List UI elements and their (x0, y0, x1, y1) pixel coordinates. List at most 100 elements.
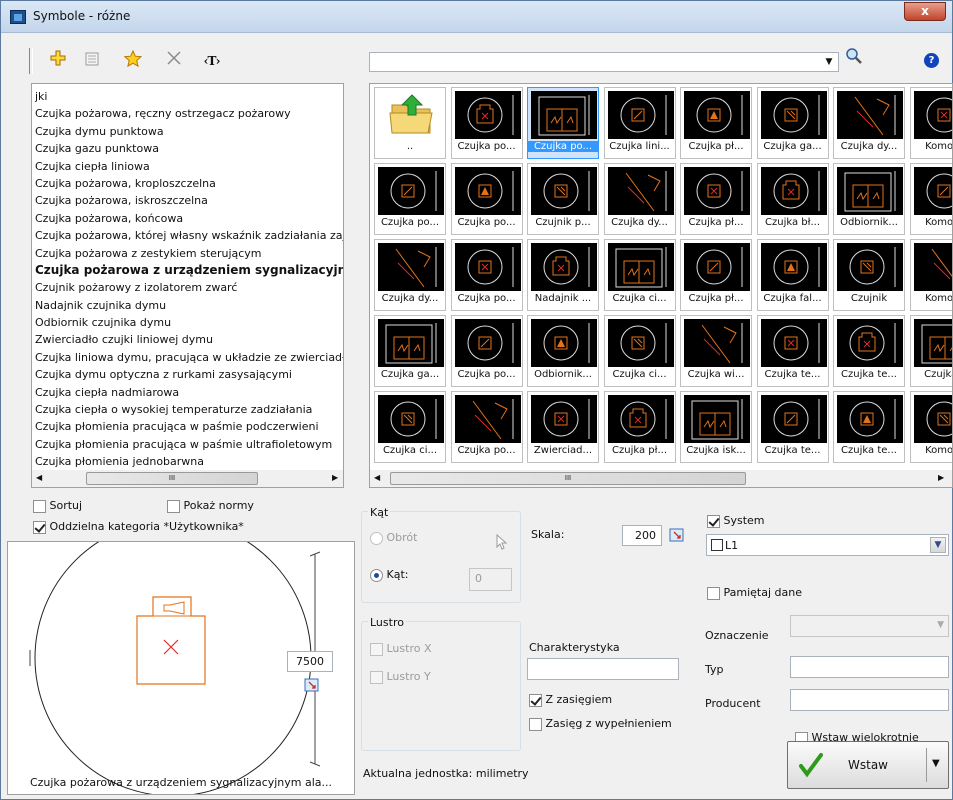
symbol-cell[interactable]: Czujka te... (833, 391, 905, 463)
lustro-x-checkbox[interactable]: Lustro X (370, 642, 432, 656)
symbol-cell[interactable]: Czujka po... (450, 315, 523, 387)
list-item[interactable]: Czujka pożarowa, ręczny ostrzegacz pożar… (32, 105, 343, 122)
delete-x-icon[interactable] (163, 50, 185, 72)
search-icon[interactable] (843, 47, 865, 69)
list-item[interactable]: Czujka pożarowa, końcowa (32, 210, 343, 227)
symbol-cell[interactable]: Czujka pł... (680, 239, 752, 311)
charakterystyka-input[interactable] (527, 658, 679, 680)
properties-icon[interactable] (81, 50, 103, 72)
symbol-cell[interactable]: Komor... (909, 163, 952, 235)
list-hscroll-thumb[interactable]: III (86, 472, 258, 485)
symbol-cell[interactable]: Czujka te... (756, 391, 829, 463)
symbol-cell[interactable]: Czujka dy... (603, 163, 676, 235)
scroll-right-icon[interactable]: ▶ (938, 473, 944, 482)
toolbar-grip[interactable] (29, 48, 33, 74)
list-item[interactable]: Czujka ciepła o wysokiej temperaturze za… (32, 401, 343, 418)
symbol-cell[interactable]: Odbiornik... (527, 315, 599, 387)
symbol-cell[interactable]: Czujka te... (756, 315, 829, 387)
lustro-y-checkbox-box[interactable] (370, 670, 383, 684)
symbol-cell[interactable]: Czujka isk... (680, 391, 752, 463)
pokaz-normy-checkbox-box[interactable] (167, 499, 180, 513)
list-item[interactable]: Czujka dymu punktowa (32, 123, 343, 140)
chevron-down-icon[interactable]: ▼ (932, 758, 940, 769)
symbol-cell[interactable]: Czujka wi... (680, 315, 752, 387)
list-item[interactable]: Czujka gazu punktowa (32, 140, 343, 157)
close-button[interactable]: x (904, 2, 946, 21)
oddzielna-kategoria-checkbox-box[interactable] (33, 520, 46, 534)
sortuj-checkbox[interactable]: Sortuj (33, 499, 82, 513)
symbol-cell[interactable]: Czujka ci... (374, 391, 446, 463)
symbol-cell[interactable]: Czujka ga... (756, 87, 829, 159)
list-item[interactable]: Czujka płomienia pracująca w paśmie ultr… (32, 436, 343, 453)
list-item[interactable]: Czujka pożarowa, kroploszczelna (32, 175, 343, 192)
symbol-cell[interactable]: Czujnik (833, 239, 905, 311)
symbol-cell[interactable]: Czujka... (909, 315, 952, 387)
grid-hscroll-thumb[interactable]: III (390, 472, 746, 485)
symbol-cell[interactable]: Czujka dy... (374, 239, 446, 311)
list-item[interactable]: Zwierciadło czujki liniowej dymu (32, 331, 343, 348)
z-zasiegiem-checkbox-box[interactable] (529, 693, 542, 707)
list-item[interactable]: Czujka pożarowa, iskroszczelna (32, 192, 343, 209)
kat-radio[interactable]: Kąt: (370, 568, 408, 582)
list-item[interactable]: Czujka pożarowa z zestykiem sterującym (32, 245, 343, 262)
list-item[interactable]: Odbiornik czujnika dymu (32, 314, 343, 331)
list-item[interactable]: Czujka liniowa dymu, pracująca w układzi… (32, 349, 343, 366)
symbol-cell[interactable]: .. (374, 87, 446, 159)
list-item[interactable]: Czujka płomienia jednobarwna (32, 453, 343, 470)
zasieg-wypelnieniem-checkbox-box[interactable] (529, 717, 542, 731)
list-item[interactable]: Czujka dymu optyczna z rurkami zasysając… (32, 366, 343, 383)
z-zasiegiem-checkbox[interactable]: Z zasięgiem (529, 693, 612, 707)
obrot-radio[interactable]: Obrót (370, 531, 417, 545)
symbol-cell[interactable]: Czujka po... (450, 239, 523, 311)
symbol-cell[interactable]: Czujka ci... (603, 315, 676, 387)
lustro-y-checkbox[interactable]: Lustro Y (370, 670, 431, 684)
symbol-cell[interactable]: Czujka pł... (603, 391, 676, 463)
kat-radio-button[interactable] (370, 568, 383, 582)
list-item[interactable]: Czujnik pożarowy z izolatorem zwarć (32, 279, 343, 296)
symbol-cell[interactable]: Czujka pł... (680, 87, 752, 159)
scroll-left-icon[interactable]: ◀ (36, 473, 42, 482)
chevron-down-icon[interactable]: ▼ (822, 53, 836, 71)
list-horizontal-scrollbar[interactable]: ◀ III ▶ (32, 470, 343, 487)
oddzielna-kategoria-checkbox[interactable]: Oddzielna kategoria *Użytkownika* (33, 520, 244, 534)
list-item[interactable]: Nadajnik czujnika dymu (32, 297, 343, 314)
symbol-cell[interactable]: Czujka dy... (833, 87, 905, 159)
cursor-pick-icon[interactable] (494, 533, 510, 550)
pokaz-normy-checkbox[interactable]: Pokaż normy (167, 499, 254, 513)
symbol-cell[interactable]: Komor... (909, 391, 952, 463)
symbol-cell[interactable]: Czujka po... (450, 87, 523, 159)
pamietaj-checkbox[interactable]: Pamiętaj dane (707, 586, 802, 600)
kat-value-input[interactable]: 0 (469, 568, 512, 591)
scroll-left-icon[interactable]: ◀ (374, 473, 380, 482)
chevron-down-icon[interactable]: ▼ (937, 620, 944, 630)
dimension-input[interactable]: 7500 (287, 651, 333, 672)
skala-input[interactable]: 200 (622, 525, 662, 546)
symbol-cell[interactable]: Czujka pł... (680, 163, 752, 235)
search-combo[interactable]: ▼ (369, 52, 839, 72)
grid-horizontal-scrollbar[interactable]: ◀ III ▶ (370, 470, 952, 487)
symbol-cell[interactable]: Czujka ga... (374, 315, 446, 387)
symbol-cell[interactable]: Czujka ci... (603, 239, 676, 311)
symbol-cell[interactable]: Czujka te... (833, 315, 905, 387)
help-icon[interactable]: ? (921, 50, 943, 72)
system-select[interactable]: L1 ▼ (706, 534, 949, 556)
symbol-grid[interactable]: .. Czujka po... Czujka po... Czujka lini...… (369, 83, 953, 488)
pick-scale-icon[interactable] (669, 528, 685, 543)
system-checkbox-box[interactable] (707, 514, 720, 528)
symbol-cell[interactable]: Czujka po... (450, 391, 523, 463)
producent-input[interactable] (790, 689, 949, 711)
obrot-radio-button[interactable] (370, 531, 383, 545)
pamietaj-checkbox-box[interactable] (707, 586, 720, 600)
symbol-cell[interactable]: Komor... (909, 87, 952, 159)
text-tool-icon[interactable]: ‹T› (201, 50, 223, 72)
pick-dimension-icon[interactable] (304, 678, 320, 693)
symbol-cell[interactable]: Komor... (909, 239, 952, 311)
scroll-right-icon[interactable]: ▶ (332, 473, 338, 482)
symbol-cell[interactable]: Czujka po... (450, 163, 523, 235)
symbol-cell[interactable]: Odbiornik... (833, 163, 905, 235)
list-item[interactable]: Czujka ciepła liniowa (32, 158, 343, 175)
list-item[interactable]: Czujka płomienia pracująca w paśmie podc… (32, 418, 343, 435)
chevron-down-icon[interactable]: ▼ (930, 537, 946, 553)
favorite-star-icon[interactable] (122, 49, 144, 72)
lustro-x-checkbox-box[interactable] (370, 642, 383, 656)
